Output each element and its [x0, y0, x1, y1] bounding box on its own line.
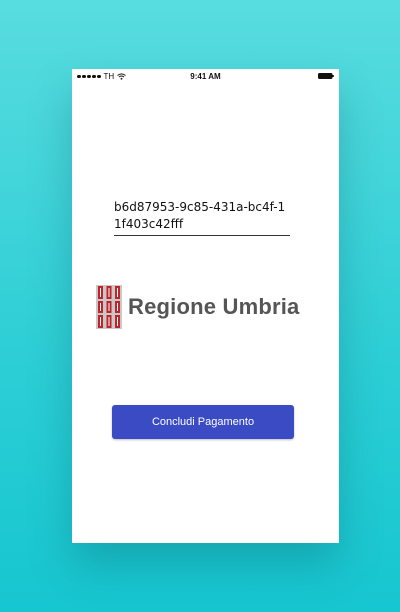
logo-text: Regione Umbria: [128, 294, 300, 319]
regione-umbria-logo: Regione Umbria: [96, 285, 300, 329]
phone-screen: TH 9:41 AM b6d87953-9c85-431a-bc4f-11f40…: [72, 69, 339, 543]
transaction-token-field[interactable]: b6d87953-9c85-431a-bc4f-11f403c42fff: [114, 199, 290, 236]
status-time: 9:41 AM: [190, 72, 221, 81]
battery-icon: [318, 73, 334, 79]
umbria-emblem-icon: [96, 285, 122, 329]
concludi-pagamento-button[interactable]: Concludi Pagamento: [112, 405, 294, 439]
status-bar: TH 9:41 AM: [72, 69, 339, 83]
